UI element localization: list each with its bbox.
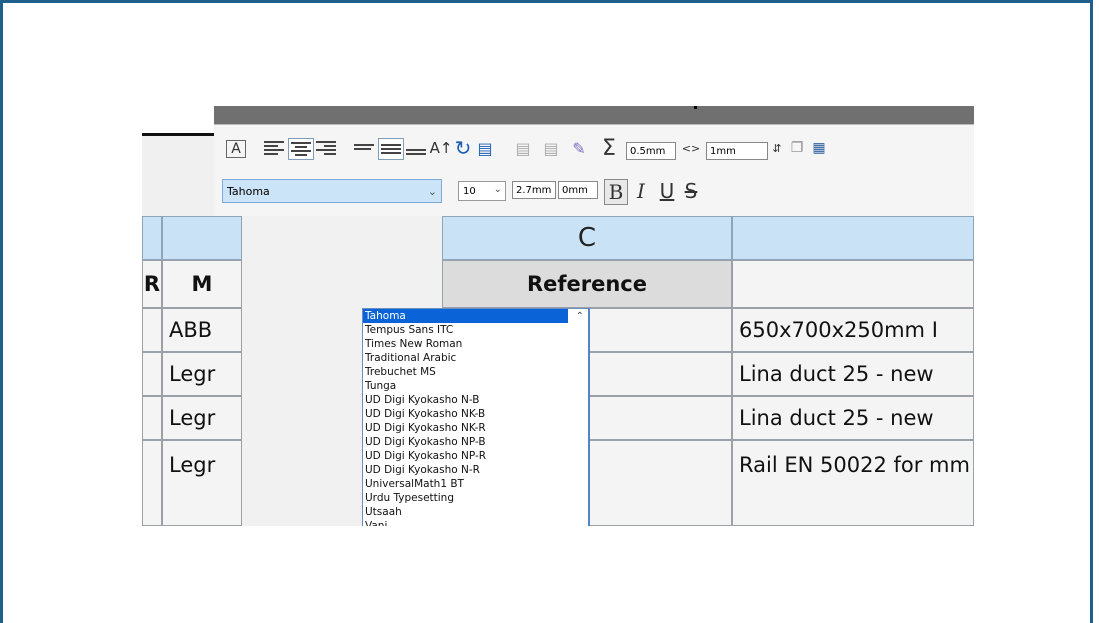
table-cell-m[interactable]: Legr (162, 352, 242, 396)
header-cell-description[interactable] (732, 260, 974, 308)
table-cell-desc[interactable]: Rail EN 50022 for mm (732, 440, 974, 526)
spacing-icon[interactable]: <> (680, 137, 702, 159)
toolbar-row-1: A A↑ ↻ ▤ ▤ ▤ ✎ Σ 0.5mm <> 1mm ⇵ ❐ ▦ (222, 133, 974, 161)
table-cell-m[interactable]: ABB (162, 308, 242, 352)
bold-button[interactable]: B (604, 179, 628, 205)
column-header-a[interactable] (142, 216, 162, 260)
text-format-toolbar: A A↑ ↻ ▤ ▤ ▤ ✎ Σ 0.5mm <> 1mm ⇵ ❐ ▦ Taho… (214, 124, 974, 217)
font-option[interactable]: Utsaah (363, 505, 588, 519)
font-option[interactable]: Traditional Arabic (363, 351, 588, 365)
copy-icon[interactable]: ❐ (788, 137, 806, 159)
spinner-icon[interactable]: ⇵ (770, 137, 784, 159)
font-option[interactable]: Tempus Sans ITC (363, 323, 588, 337)
valign-middle-icon[interactable] (378, 138, 404, 160)
font-family-select[interactable]: Tahoma ⌄ (222, 179, 442, 203)
underline-button[interactable]: U (656, 179, 678, 203)
table-cell-m[interactable]: Legr (162, 396, 242, 440)
toolbar-row-2: Tahoma ⌄ 10 ⌄ 2.7mm 0mm B I U S (222, 179, 974, 209)
dropdown-scrollbar[interactable]: ⌃ (568, 309, 588, 526)
column-header-b[interactable] (162, 216, 242, 260)
spacing-input[interactable]: 1mm (706, 142, 768, 160)
column-header-c[interactable]: C (442, 216, 732, 260)
title-strip (214, 106, 974, 124)
font-option[interactable]: UD Digi Kyokasho NK-B (363, 407, 588, 421)
font-family-value: Tahoma (227, 184, 270, 198)
fit-width-icon[interactable]: ▤ (474, 137, 496, 159)
font-option[interactable]: Tunga (363, 379, 588, 393)
align-center-icon[interactable] (288, 138, 314, 160)
table-row[interactable] (142, 440, 162, 526)
table-row[interactable] (142, 308, 162, 352)
font-size-select[interactable]: 10 ⌄ (458, 181, 506, 201)
strip-marker (694, 106, 697, 109)
left-panel (142, 136, 215, 216)
rotate-icon[interactable]: ↻ (452, 136, 474, 160)
align-left-icon[interactable] (262, 138, 286, 158)
font-family-dropdown[interactable]: ⌃ Tahoma Tempus Sans ITC Times New Roman Tr… (362, 308, 590, 526)
table-row[interactable] (142, 396, 162, 440)
valign-bottom-icon[interactable] (404, 138, 428, 158)
chevron-down-icon: ⌄ (493, 184, 502, 195)
table-cell-desc[interactable]: Lina duct 25 - new (732, 396, 974, 440)
font-option[interactable]: Trebuchet MS (363, 365, 588, 379)
table-cell-desc[interactable]: 650x700x250mm I (732, 308, 974, 352)
table-icon[interactable]: ▦ (810, 137, 828, 159)
italic-button[interactable]: I (630, 179, 652, 203)
edit-cell-icon[interactable]: ✎ (568, 137, 590, 159)
table-cell-desc[interactable]: Lina duct 25 - new (732, 352, 974, 396)
text-style-icon[interactable]: A (226, 140, 246, 158)
font-option[interactable]: Vani (363, 519, 588, 526)
top-left-strip (142, 106, 214, 136)
column-header-d[interactable] (732, 216, 974, 260)
font-size-value: 10 (463, 185, 476, 197)
align-right-icon[interactable] (314, 138, 338, 158)
strikethrough-button[interactable]: S (680, 179, 702, 203)
font-option[interactable]: UD Digi Kyokasho NP-R (363, 449, 588, 463)
header-cell-reference[interactable]: Reference (442, 260, 732, 308)
font-grow-icon[interactable]: A↑ (430, 137, 453, 159)
insert-column-icon[interactable]: ▤ (540, 137, 562, 159)
insert-row-icon[interactable]: ▤ (512, 137, 534, 159)
header-cell-r[interactable]: R (142, 260, 162, 308)
char-width-input[interactable]: 2.7mm (512, 181, 556, 199)
font-option[interactable]: UD Digi Kyokasho NK-R (363, 421, 588, 435)
char-spacing-input[interactable]: 0mm (558, 181, 598, 199)
sum-icon[interactable]: Σ (598, 136, 620, 161)
header-cell-m[interactable]: M (162, 260, 242, 308)
font-option[interactable]: UD Digi Kyokasho N-R (363, 463, 588, 477)
font-option[interactable]: Urdu Typesetting (363, 491, 588, 505)
font-option[interactable]: UniversalMath1 BT (363, 477, 588, 491)
font-option[interactable]: UD Digi Kyokasho NP-B (363, 435, 588, 449)
font-option[interactable]: Tahoma (363, 309, 588, 323)
chevron-down-icon: ⌄ (427, 185, 437, 198)
valign-top-icon[interactable] (352, 138, 376, 158)
chevron-up-icon[interactable]: ⌃ (576, 311, 584, 322)
editor-screenshot: A A↑ ↻ ▤ ▤ ▤ ✎ Σ 0.5mm <> 1mm ⇵ ❐ ▦ Taho… (142, 106, 974, 526)
font-option[interactable]: Times New Roman (363, 337, 588, 351)
table-cell-m[interactable]: Legr (162, 440, 242, 526)
line-width-input[interactable]: 0.5mm (626, 142, 676, 160)
table-row[interactable] (142, 352, 162, 396)
font-option[interactable]: UD Digi Kyokasho N-B (363, 393, 588, 407)
